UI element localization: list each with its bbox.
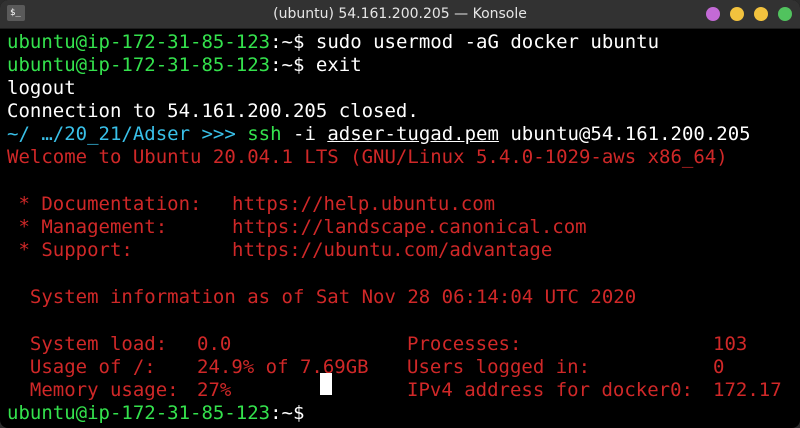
prompt-path: :~$ [270, 31, 305, 53]
command-line-current: ubuntu@ip-172-31-85-123:~$ [7, 401, 304, 425]
prompt-user: ubuntu@ip-172-31-85-123 [7, 31, 271, 53]
mgmt-row: * Management: [7, 215, 167, 239]
welcome-banner: Welcome to Ubuntu 20.04.1 LTS (GNU/Linux… [7, 146, 728, 168]
ssh-key-file: adser-tugad.pem [327, 123, 499, 145]
keep-above-button[interactable] [706, 7, 720, 21]
command-text: exit [304, 54, 362, 76]
support-label: * Support: [7, 239, 133, 261]
usage-value: 24.9% of 7.69GB [197, 356, 369, 378]
title-bar[interactable]: $_ (ubuntu) 54.161.200.205 — Konsole [0, 0, 800, 29]
window-title: (ubuntu) 54.161.200.205 — Konsole [273, 6, 527, 22]
doc-url: https://help.ubuntu.com [232, 193, 496, 215]
close-button[interactable] [778, 7, 792, 21]
ssh-command: ssh [247, 123, 282, 145]
ipv4-label: IPv4 address for docker0: [407, 379, 693, 401]
output-logout: logout [7, 77, 76, 99]
processes-value: 103 [713, 333, 748, 355]
terminal-output[interactable]: ubuntu@ip-172-31-85-123:~$ sudo usermod … [7, 30, 797, 428]
ssh-flag: -i [281, 123, 328, 145]
konsole-window: $_ (ubuntu) 54.161.200.205 — Konsole ubu… [0, 0, 800, 428]
usage-label: Usage of /: [7, 356, 156, 378]
memory-value: 27% [197, 379, 232, 401]
prompt-user: ubuntu@ip-172-31-85-123 [7, 402, 271, 424]
prompt-path: :~$ [270, 402, 305, 424]
load-label: System load: [7, 333, 168, 355]
maximize-button[interactable] [754, 7, 768, 21]
mgmt-label: * Management: [7, 216, 168, 238]
support-url: https://ubuntu.com/advantage [232, 239, 553, 261]
command-line-2: ubuntu@ip-172-31-85-123:~$ exit [7, 53, 362, 77]
memory-label: Memory usage: [7, 379, 179, 401]
system-info-header: System information as of Sat Nov 28 06:1… [7, 286, 637, 308]
users-label: Users logged in: [407, 356, 591, 378]
minimize-button[interactable] [730, 7, 744, 21]
ssh-target: ubuntu@54.161.200.205 [498, 123, 751, 145]
local-path: ~/ …/20_21/Adser [7, 123, 191, 145]
prompt-path: :~$ [270, 54, 305, 76]
command-text: sudo usermod -aG docker ubuntu [304, 31, 660, 53]
output-connection-closed: Connection to 54.161.200.205 closed. [7, 100, 419, 122]
local-command-line: ~/ …/20_21/Adser >>> ssh -i adser-tugad.… [7, 122, 751, 146]
prompt-user: ubuntu@ip-172-31-85-123 [7, 54, 271, 76]
text-cursor [320, 373, 332, 395]
users-value: 0 [713, 356, 725, 378]
command-line-1: ubuntu@ip-172-31-85-123:~$ sudo usermod … [7, 30, 659, 54]
doc-label: * Documentation: [7, 193, 202, 215]
load-value: 0.0 [197, 333, 232, 355]
processes-label: Processes: [407, 333, 522, 355]
support-row: * Support: [7, 238, 133, 262]
ipv4-value: 172.17 [713, 379, 782, 401]
mgmt-url: https://landscape.canonical.com [232, 216, 587, 238]
doc-row: * Documentation: [7, 192, 201, 216]
prompt-arrows: >>> [190, 123, 248, 145]
